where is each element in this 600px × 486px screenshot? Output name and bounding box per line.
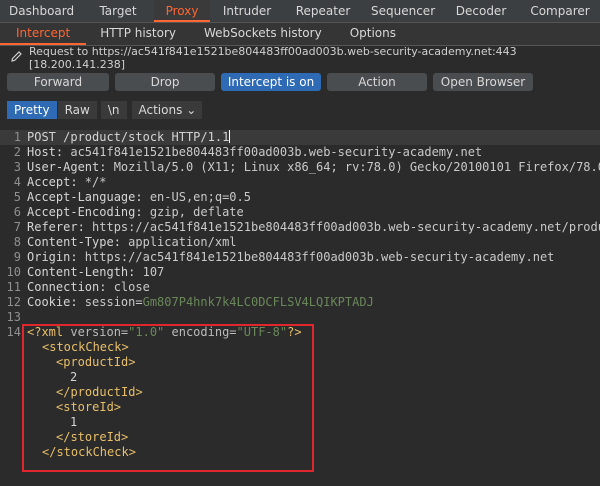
header-value: application/xml bbox=[120, 235, 237, 249]
header-value: Mozilla/5.0 (X11; Linux x86_64; rv:78.0)… bbox=[106, 160, 600, 174]
line-number: 12 bbox=[6, 295, 21, 309]
line-number: 5 bbox=[13, 190, 21, 204]
editor-line: 13 bbox=[0, 310, 600, 325]
header-key: Connection: bbox=[27, 280, 107, 294]
header-value: ac541f841e1521be804483ff00ad003b.web-sec… bbox=[63, 145, 483, 159]
tab-sequencer[interactable]: Sequencer bbox=[362, 0, 442, 22]
forward-button[interactable]: Forward bbox=[7, 73, 109, 91]
proxy-tab-bar: Intercept HTTP history WebSockets histor… bbox=[0, 23, 600, 46]
editor-line: 11 Connection: close bbox=[0, 280, 600, 295]
cookie-name: session bbox=[77, 295, 136, 309]
intercept-toolbar: Forward Drop Intercept is on Action Open… bbox=[0, 70, 600, 94]
tab-repeater[interactable]: Repeater bbox=[284, 0, 362, 22]
pencil-icon[interactable] bbox=[10, 50, 23, 66]
tab-decoder[interactable]: Decoder bbox=[442, 0, 520, 22]
editor-line: 10 Content-Length: 107 bbox=[0, 265, 600, 280]
header-value: close bbox=[106, 280, 150, 294]
editor-line: 3 User-Agent: Mozilla/5.0 (X11; Linux x8… bbox=[0, 160, 600, 175]
header-value: */* bbox=[77, 175, 107, 189]
header-key: Referer: bbox=[27, 220, 85, 234]
editor-line: 8 Content-Type: application/xml bbox=[0, 235, 600, 250]
editor-line: 6 Accept-Encoding: gzip, deflate bbox=[0, 205, 600, 220]
line-number: 10 bbox=[6, 265, 21, 279]
drop-button[interactable]: Drop bbox=[115, 73, 215, 91]
editor-mode-bar: Pretty Raw \n Actions ⌄ bbox=[0, 99, 600, 121]
chevron-down-icon: ⌄ bbox=[186, 103, 197, 117]
header-value: 107 bbox=[135, 265, 165, 279]
pretty-mode-button[interactable]: Pretty bbox=[7, 101, 57, 119]
request-target-text: Request to https://ac541f841e1521be80448… bbox=[29, 45, 517, 71]
header-value: https://ac541f841e1521be804483ff00ad003b… bbox=[84, 220, 600, 234]
highlight-box bbox=[22, 324, 314, 472]
newline-toggle-button[interactable]: \n bbox=[100, 101, 127, 119]
action-button[interactable]: Action bbox=[327, 73, 427, 91]
line-number: 1 bbox=[13, 130, 21, 144]
header-value: https://ac541f841e1521be804483ff00ad003b… bbox=[77, 250, 555, 264]
actions-dropdown[interactable]: Actions ⌄ bbox=[131, 101, 203, 119]
tab-comparer[interactable]: Comparer bbox=[520, 0, 600, 22]
line-number: 2 bbox=[13, 145, 21, 159]
line-number: 13 bbox=[6, 310, 21, 324]
line-number: 6 bbox=[13, 205, 21, 219]
header-key: Origin: bbox=[27, 250, 78, 264]
header-key: Accept-Language: bbox=[27, 190, 143, 204]
main-tab-bar: Dashboard Target Proxy Intruder Repeater… bbox=[0, 0, 600, 23]
tab-websockets-history[interactable]: WebSockets history bbox=[190, 23, 336, 45]
open-browser-button[interactable]: Open Browser bbox=[433, 73, 533, 91]
line-number: 4 bbox=[13, 175, 21, 189]
tab-dashboard[interactable]: Dashboard bbox=[0, 0, 82, 22]
tab-proxy[interactable]: Proxy bbox=[154, 0, 210, 22]
tab-options[interactable]: Options bbox=[336, 23, 410, 45]
header-value: en-US,en;q=0.5 bbox=[142, 190, 251, 204]
editor-line: 1 POST /product/stock HTTP/1.1 bbox=[0, 130, 600, 145]
request-line: POST /product/stock HTTP/1.1 bbox=[27, 130, 230, 144]
header-key: Content-Type: bbox=[27, 235, 121, 249]
tab-intercept[interactable]: Intercept bbox=[0, 23, 87, 45]
header-key: Host: bbox=[27, 145, 64, 159]
tab-http-history[interactable]: HTTP history bbox=[86, 23, 190, 45]
raw-mode-button[interactable]: Raw bbox=[57, 101, 97, 119]
cookie-value: Gm807P4hnk7k4LC0DCFLSV4LQIKPTADJ bbox=[142, 295, 374, 309]
line-number: 8 bbox=[13, 235, 21, 249]
header-value: gzip, deflate bbox=[142, 205, 244, 219]
line-number: 11 bbox=[6, 280, 21, 294]
header-key: Cookie: bbox=[27, 295, 78, 309]
editor-line: 2 Host: ac541f841e1521be804483ff00ad003b… bbox=[0, 145, 600, 160]
text-cursor bbox=[229, 130, 231, 143]
editor-line: 7 Referer: https://ac541f841e1521be80448… bbox=[0, 220, 600, 235]
intercept-toggle-button[interactable]: Intercept is on bbox=[221, 73, 321, 91]
editor-line: 4 Accept: */* bbox=[0, 175, 600, 190]
editor-line: 12 Cookie: session = Gm807P4hnk7k4LC0DCFLS… bbox=[0, 295, 600, 310]
line-number: 9 bbox=[13, 250, 21, 264]
header-key: Content-Length: bbox=[27, 265, 136, 279]
request-info-bar: Request to https://ac541f841e1521be80448… bbox=[0, 45, 600, 71]
line-number: 7 bbox=[13, 220, 21, 234]
actions-label: Actions bbox=[138, 103, 183, 117]
editor-line: 9 Origin: https://ac541f841e1521be804483… bbox=[0, 250, 600, 265]
tab-intruder[interactable]: Intruder bbox=[210, 0, 284, 22]
tab-target[interactable]: Target bbox=[82, 0, 154, 22]
cookie-equals: = bbox=[135, 295, 143, 309]
header-key: Accept: bbox=[27, 175, 78, 189]
line-number: 3 bbox=[13, 160, 21, 174]
header-key: Accept-Encoding: bbox=[27, 205, 143, 219]
header-key: User-Agent: bbox=[27, 160, 107, 174]
editor-line: 5 Accept-Language: en-US,en;q=0.5 bbox=[0, 190, 600, 205]
